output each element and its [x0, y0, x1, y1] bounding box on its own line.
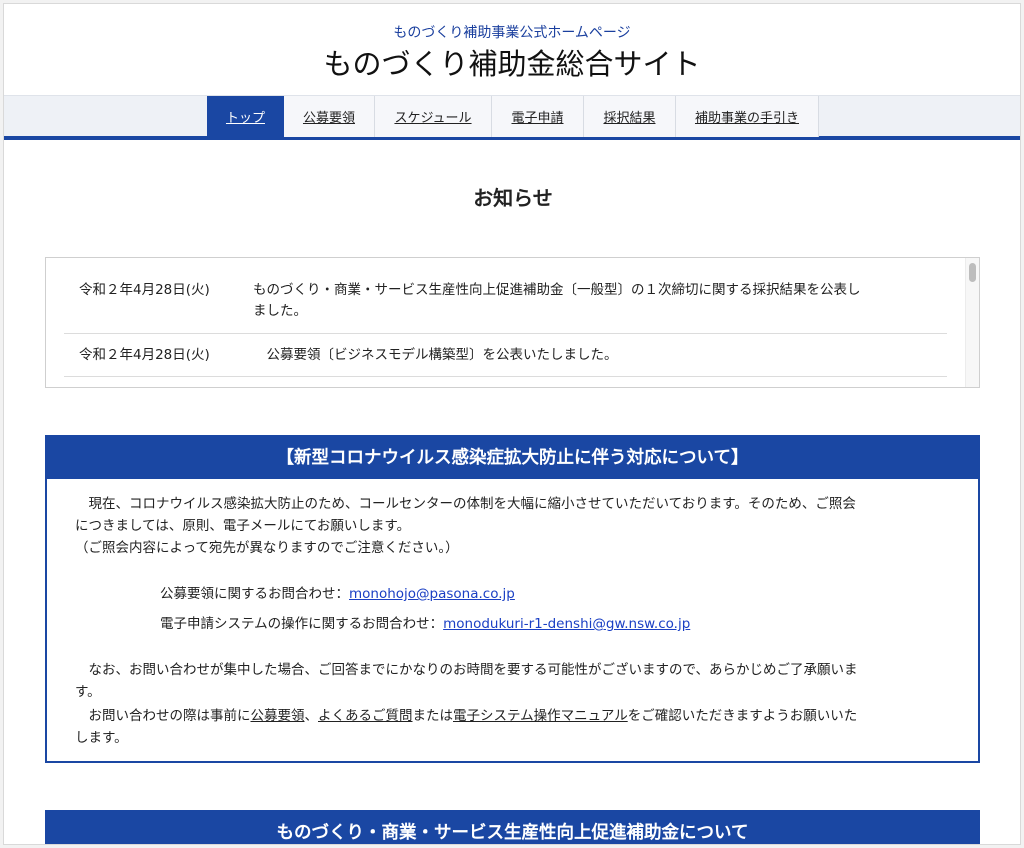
- main-nav: トップ 公募要領 スケジュール 電子申請 採択結果 補助事業の手引き: [4, 95, 1020, 140]
- notice-text-line: す。: [75, 684, 101, 700]
- subsidy-section-title: ものづくり・商業・サービス生産性向上促進補助金について: [45, 810, 980, 844]
- site-tagline: ものづくり補助事業公式ホームページ: [393, 25, 631, 41]
- contact-guidelines-email-link[interactable]: monohojo@pasona.co.jp: [349, 586, 515, 602]
- contact-guidelines: 公募要領に関するお問合わせ：monohojo@pasona.co.jp: [160, 583, 515, 605]
- notice-text-line: お問い合わせの際は事前に公募要領、よくあるご質問または電子システム操作マニュアル…: [75, 705, 857, 727]
- notice-text-line: します。: [75, 730, 128, 746]
- manual-link[interactable]: 電子システム操作マニュアル: [453, 708, 628, 724]
- nav-item-handbook[interactable]: 補助事業の手引き: [676, 96, 819, 137]
- news-scrollbar[interactable]: [965, 258, 979, 387]
- news-date: 令和２年4月28日(火): [79, 282, 210, 298]
- nav-item-schedule[interactable]: スケジュール: [375, 96, 492, 137]
- contact-e-application: 電子申請システムの操作に関するお問合わせ：monodukuri-r1-densh…: [160, 613, 690, 635]
- nav-list: トップ 公募要領 スケジュール 電子申請 採択結果 補助事業の手引き: [207, 96, 819, 137]
- news-text-line: 公募要領〔ビジネスモデル構築型〕を公表いたしました。: [253, 347, 618, 363]
- covid-notice-panel: 【新型コロナウイルス感染症拡大防止に伴う対応について】 現在、コロナウイルス感染…: [45, 435, 980, 763]
- notice-text: または: [412, 708, 454, 724]
- notice-text-line: （ご照会内容によって宛先が異なりますのでご注意ください。）: [75, 540, 459, 556]
- nav-item-e-application[interactable]: 電子申請: [492, 96, 584, 137]
- site-title[interactable]: ものづくり補助金総合サイト: [4, 47, 1020, 81]
- contact-guidelines-label: 公募要領に関するお問合わせ：: [160, 586, 349, 602]
- notice-text: 、: [304, 708, 319, 724]
- nav-item-results[interactable]: 採択結果: [584, 96, 676, 137]
- news-text-line: ものづくり・商業・サービス生産性向上促進補助金〔一般型〕の１次締切に関する採択結…: [253, 282, 861, 298]
- notice-text-line: 現在、コロナウイルス感染拡大防止のため、コールセンターの体制を大幅に縮小させてい…: [75, 496, 856, 512]
- news-text: ものづくり・商業・サービス生産性向上促進補助金〔一般型〕の１次締切に関する採択結…: [253, 280, 933, 322]
- page-frame: ものづくり補助事業公式ホームページ ものづくり補助金総合サイト トップ 公募要領…: [3, 3, 1021, 845]
- notice-text-line: につきましては、原則、電子メールにてお願いします。: [75, 518, 411, 534]
- notice-text: お問い合わせの際は事前に: [75, 708, 251, 724]
- nav-item-guidelines[interactable]: 公募要領: [284, 96, 375, 137]
- news-scroll-thumb[interactable]: [969, 263, 976, 282]
- news-item[interactable]: 令和２年4月28日(火) 公募要領〔ビジネスモデル構築型〕を公表いたしました。: [64, 345, 947, 377]
- news-date: 令和２年4月28日(火): [79, 347, 210, 363]
- news-heading: お知らせ: [473, 186, 553, 210]
- news-text: 公募要領〔ビジネスモデル構築型〕を公表いたしました。: [253, 345, 933, 366]
- guidelines-link[interactable]: 公募要領: [251, 708, 305, 724]
- news-list[interactable]: 令和２年4月28日(火) ものづくり・商業・サービス生産性向上促進補助金〔一般型…: [45, 257, 980, 388]
- contact-e-application-email-link[interactable]: monodukuri-r1-denshi@gw.nsw.co.jp: [443, 616, 690, 632]
- covid-notice-title: 【新型コロナウイルス感染症拡大防止に伴う対応について】: [47, 437, 978, 479]
- nav-item-top[interactable]: トップ: [207, 96, 284, 137]
- contact-e-application-label: 電子申請システムの操作に関するお問合わせ：: [160, 616, 444, 632]
- site-header: ものづくり補助事業公式ホームページ ものづくり補助金総合サイト: [4, 4, 1020, 95]
- notice-text: をご確認いただきますようお願いいた: [627, 708, 858, 724]
- faq-link[interactable]: よくあるご質問: [318, 708, 413, 724]
- notice-text-line: なお、お問い合わせが集中した場合、ご回答までにかなりのお時間を要する可能性がござ…: [75, 662, 858, 678]
- news-item[interactable]: 令和２年4月28日(火) ものづくり・商業・サービス生産性向上促進補助金〔一般型…: [64, 280, 947, 334]
- news-text-line: ました。: [253, 303, 307, 319]
